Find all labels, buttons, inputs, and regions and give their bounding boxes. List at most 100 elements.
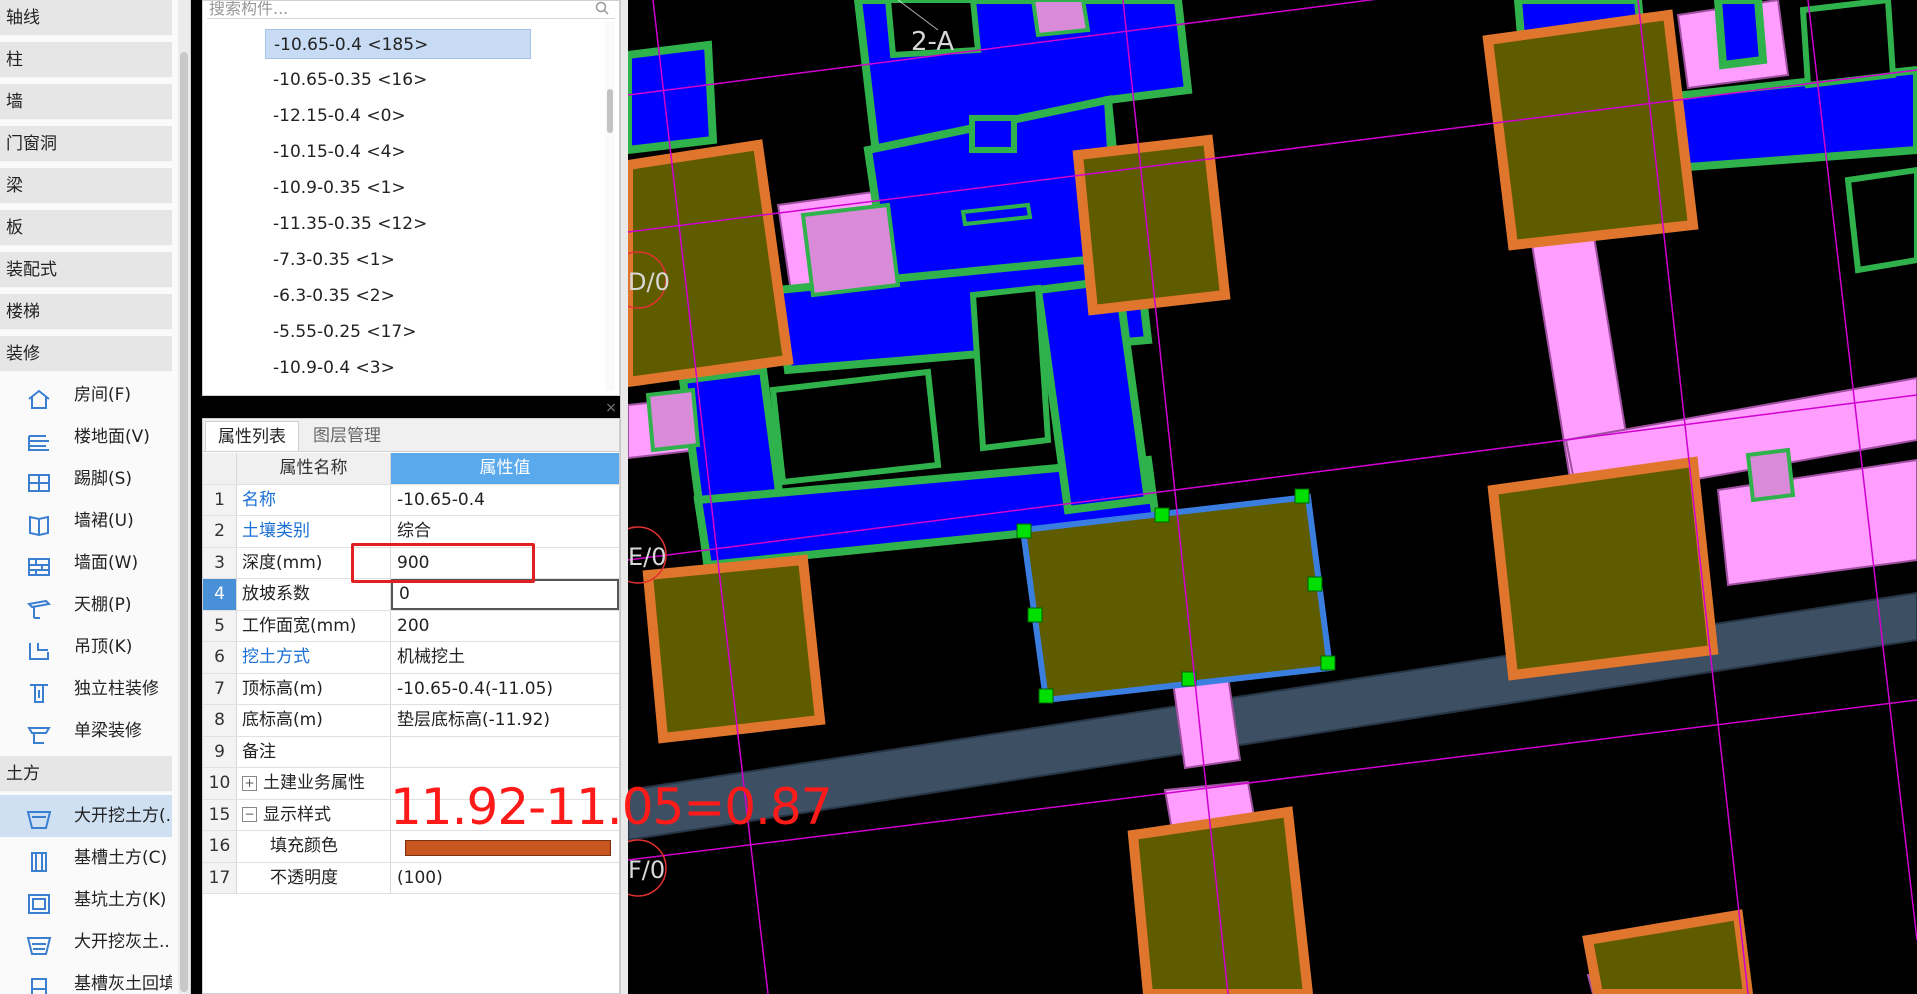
property-row-top-elevation[interactable]: 7 顶标高(m) -10.65-0.4(-11.05): [203, 673, 619, 705]
property-row-opacity[interactable]: 17 不透明度 (100): [203, 862, 619, 894]
row-number: 4: [203, 579, 237, 610]
property-name: 备注: [237, 736, 391, 767]
property-name: 顶标高(m): [237, 673, 391, 704]
list-item[interactable]: -10.65-0.4 <185>: [265, 29, 531, 59]
list-item[interactable]: -7.3-0.35 <1>: [265, 245, 531, 275]
sidebar-item-ceiling[interactable]: 天棚(P): [0, 584, 172, 626]
row-number: 8: [203, 705, 237, 736]
tab-property-list[interactable]: 属性列表: [205, 421, 299, 451]
sidebar-item-label: 单梁装修: [74, 721, 142, 741]
list-item[interactable]: -11.35-0.35 <12>: [265, 209, 531, 239]
list-scroll-thumb[interactable]: [607, 89, 613, 133]
sidebar-item-label: 独立柱装修: [74, 679, 159, 699]
sidebar-item-trench-backfill[interactable]: 基槽灰土回填: [0, 963, 172, 994]
property-row-remark[interactable]: 9 备注: [203, 736, 619, 768]
group-label: 显示样式: [263, 804, 331, 825]
property-row-excavation-method[interactable]: 6 挖土方式 机械挖土: [203, 642, 619, 674]
sidebar-item-skirting[interactable]: 踢脚(S): [0, 458, 172, 500]
sidebar-item-label: 楼地面(V): [74, 427, 150, 447]
sidebar-item-column-decor[interactable]: 独立柱装修: [0, 668, 172, 710]
wall-small-box: [969, 115, 1017, 153]
drawing-svg: 2-A D/0 E/0 F/0: [628, 0, 1917, 994]
sidebar-item-trench[interactable]: 基槽土方(C): [0, 837, 172, 879]
category-beam[interactable]: 梁: [0, 168, 172, 204]
property-row-bottom-elevation[interactable]: 8 底标高(m) 垫层底标高(-11.92): [203, 705, 619, 737]
category-sidebar: 轴线 柱 墙 门窗洞 梁 板 装配式 楼梯 装修 房间(F) 楼地面(V) 踢脚…: [0, 0, 191, 994]
category-axis[interactable]: 轴线: [0, 0, 172, 36]
category-earthwork[interactable]: 土方: [0, 756, 172, 792]
property-name: 放坡系数: [237, 579, 391, 610]
close-icon[interactable]: ×: [604, 401, 618, 415]
search-input[interactable]: 搜索构件...: [207, 1, 615, 19]
category-prefab[interactable]: 装配式: [0, 252, 172, 288]
list-item[interactable]: -10.9-0.35 <1>: [265, 173, 531, 203]
property-value[interactable]: 综合: [391, 516, 619, 547]
property-tabs: 属性列表 图层管理: [203, 419, 619, 452]
axis-label-d: D/0: [628, 268, 670, 296]
property-value[interactable]: -10.65-0.4(-11.05): [391, 674, 619, 705]
sidebar-item-label: 踢脚(S): [74, 469, 133, 489]
expand-icon[interactable]: +: [242, 775, 257, 791]
list-scrollbar[interactable]: [605, 21, 615, 391]
property-panel: 属性列表 图层管理 属性名称 属性值 1 名称 -10.65-0.4 2 土壤类…: [202, 418, 620, 994]
sidebar-item-label: 天棚(P): [74, 595, 132, 615]
sidebar-item-pit[interactable]: 基坑土方(K): [0, 879, 172, 921]
tab-layer-management[interactable]: 图层管理: [301, 421, 393, 451]
sidebar-item-lime-soil[interactable]: 大开挖灰土..: [0, 921, 172, 963]
property-value[interactable]: (100): [391, 863, 619, 894]
category-wall[interactable]: 墙: [0, 84, 172, 120]
property-row-name[interactable]: 1 名称 -10.65-0.4: [203, 484, 619, 516]
property-value[interactable]: 垫层底标高(-11.92): [391, 705, 619, 736]
selected-excavation[interactable]: [1019, 493, 1334, 704]
ceiling-icon: [26, 594, 52, 619]
list-item[interactable]: -10.9-0.4 <3>: [265, 353, 531, 383]
search-icon[interactable]: [595, 1, 609, 15]
row-number: 2: [203, 516, 237, 547]
row-number: 5: [203, 610, 237, 641]
property-name: 不透明度: [237, 862, 391, 893]
sidebar-item-suspended-ceiling[interactable]: 吊顶(K): [0, 626, 172, 668]
list-item[interactable]: -10.65-0.35 <16>: [265, 65, 531, 95]
collapse-icon[interactable]: −: [242, 807, 257, 822]
property-row-working-width[interactable]: 5 工作面宽(mm) 200: [203, 610, 619, 642]
property-value[interactable]: -10.65-0.4: [391, 485, 619, 516]
property-name: 底标高(m): [237, 705, 391, 736]
property-value[interactable]: 200: [391, 611, 619, 642]
sidebar-item-label: 墙面(W): [74, 553, 139, 573]
group-label: 土建业务属性: [263, 773, 365, 793]
drawing-canvas[interactable]: 2-A D/0 E/0 F/0: [628, 0, 1917, 994]
property-name: 挖土方式: [237, 642, 391, 673]
list-item[interactable]: -10.15-0.4 <4>: [265, 137, 531, 167]
fill-color-swatch[interactable]: [405, 840, 611, 856]
room-icon: [26, 384, 52, 409]
sidebar-item-excavation[interactable]: 大开挖土方(..: [0, 795, 172, 837]
property-value[interactable]: [391, 737, 619, 768]
sidebar-item-label: 吊顶(K): [74, 637, 133, 657]
property-value[interactable]: 机械挖土: [391, 642, 619, 673]
list-item[interactable]: -12.15-0.4 <0>: [265, 101, 531, 131]
floor-icon: [26, 426, 52, 451]
row-number: 9: [203, 736, 237, 767]
category-stairs[interactable]: 楼梯: [0, 294, 172, 330]
category-column[interactable]: 柱: [0, 42, 172, 78]
sidebar-item-floor[interactable]: 楼地面(V): [0, 416, 172, 458]
list-item[interactable]: -6.3-0.35 <2>: [265, 281, 531, 311]
category-decoration[interactable]: 装修: [0, 336, 172, 372]
trench-backfill-icon: [26, 973, 52, 994]
sidebar-item-dado[interactable]: 墙裙(U): [0, 500, 172, 542]
property-label: 填充颜色: [270, 836, 338, 856]
list-item[interactable]: -5.55-0.25 <17>: [265, 317, 531, 347]
category-door-window[interactable]: 门窗洞: [0, 126, 172, 162]
axis-label-e: E/0: [628, 543, 667, 571]
category-slab[interactable]: 板: [0, 210, 172, 246]
sidebar-item-beam-decor[interactable]: 单梁装修: [0, 710, 172, 752]
beam-decor-icon: [26, 720, 52, 744]
lime-soil-icon: [26, 931, 52, 955]
property-value-editor[interactable]: 0: [391, 579, 619, 610]
sidebar-scroll-thumb[interactable]: [180, 52, 188, 992]
axis-label-2a: 2-A: [911, 27, 954, 57]
sidebar-item-room[interactable]: 房间(F): [0, 374, 172, 416]
sidebar-item-label: 墙裙(U): [74, 511, 134, 531]
property-row-slope[interactable]: 4 放坡系数 0: [203, 579, 619, 611]
sidebar-item-wall-surface[interactable]: 墙面(W): [0, 542, 172, 584]
